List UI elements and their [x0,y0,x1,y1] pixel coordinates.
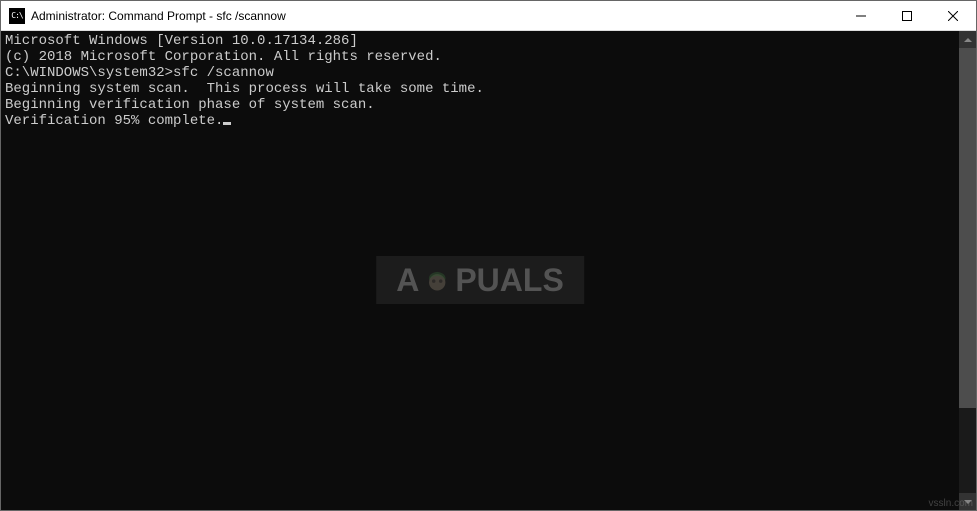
cmd-icon: C:\ [9,8,25,24]
watermark-logo-icon [423,266,451,294]
window-controls [838,1,976,30]
terminal-line: Beginning system scan. This process will… [5,81,955,97]
cursor [223,122,231,125]
scroll-track[interactable] [959,48,976,493]
vertical-scrollbar[interactable] [959,31,976,510]
chevron-up-icon [964,38,972,42]
terminal-line: Beginning verification phase of system s… [5,97,955,113]
terminal-line: Microsoft Windows [Version 10.0.17134.28… [5,33,955,49]
close-icon [948,11,958,21]
watermark-text-b: PUALS [455,272,563,288]
terminal-line: C:\WINDOWS\system32>sfc /scannow [5,65,955,81]
watermark-text-a: A [396,272,419,288]
terminal-area: Microsoft Windows [Version 10.0.17134.28… [1,31,976,510]
titlebar[interactable]: C:\ Administrator: Command Prompt - sfc … [1,1,976,31]
maximize-icon [902,11,912,21]
terminal-text: Verification 95% complete. [5,113,223,129]
source-watermark: vssln.com [929,498,973,509]
scroll-up-button[interactable] [959,31,976,48]
scroll-thumb[interactable] [959,48,976,408]
close-button[interactable] [930,1,976,30]
terminal-output[interactable]: Microsoft Windows [Version 10.0.17134.28… [1,31,959,510]
terminal-line: (c) 2018 Microsoft Corporation. All righ… [5,49,955,65]
terminal-line: Verification 95% complete. [5,113,955,129]
watermark: A PUALS [376,256,584,304]
minimize-button[interactable] [838,1,884,30]
cmd-icon-glyph: C:\ [11,12,22,20]
minimize-icon [856,11,866,21]
maximize-button[interactable] [884,1,930,30]
window-title: Administrator: Command Prompt - sfc /sca… [31,9,838,23]
command-prompt-window: C:\ Administrator: Command Prompt - sfc … [0,0,977,511]
